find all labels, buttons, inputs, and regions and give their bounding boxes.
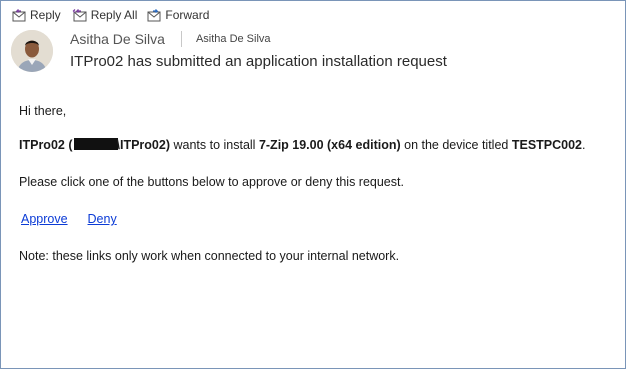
- instruction-text: Please click one of the buttons below to…: [19, 175, 404, 189]
- device-name: TESTPC002: [511, 138, 583, 152]
- reply-icon: [12, 8, 27, 22]
- deny-link[interactable]: Deny: [88, 212, 117, 226]
- sender-row: Asitha De Silva Asitha De Silva: [70, 31, 271, 47]
- requester-suffix: \ITPro02): [116, 138, 171, 152]
- sender-avatar: [11, 30, 53, 72]
- email-subject: ITPro02 has submitted an application ins…: [70, 53, 447, 70]
- forward-button[interactable]: Forward: [147, 8, 209, 22]
- reply-all-button[interactable]: Reply All: [71, 8, 138, 22]
- greeting: Hi there,: [19, 104, 67, 118]
- requester-prefix: ITPro02 (: [19, 138, 73, 152]
- application-name: 7-Zip 19.00 (x64 edition): [258, 138, 401, 152]
- header-divider: [180, 31, 182, 47]
- sender-name[interactable]: Asitha De Silva: [70, 31, 165, 47]
- sender-address[interactable]: Asitha De Silva: [196, 33, 271, 45]
- request-text-2: on the device titled: [400, 138, 512, 152]
- reply-all-label: Reply All: [90, 8, 138, 22]
- message-toolbar: Reply Reply All Forward: [12, 8, 209, 22]
- network-note: Note: these links only work when connect…: [19, 249, 400, 263]
- request-period: .: [582, 138, 586, 152]
- redaction-block: [73, 138, 118, 150]
- request-text-1: wants to install: [170, 138, 259, 152]
- forward-label: Forward: [165, 8, 210, 22]
- reply-all-icon: [71, 8, 88, 22]
- forward-icon: [147, 8, 162, 22]
- approve-link[interactable]: Approve: [21, 212, 68, 226]
- action-links: Approve Deny: [21, 212, 117, 228]
- reply-label: Reply: [30, 8, 61, 22]
- request-paragraph: ITPro02 ( \ITPro02) wants to install 7-Zi…: [19, 138, 586, 154]
- reply-button[interactable]: Reply: [12, 8, 61, 22]
